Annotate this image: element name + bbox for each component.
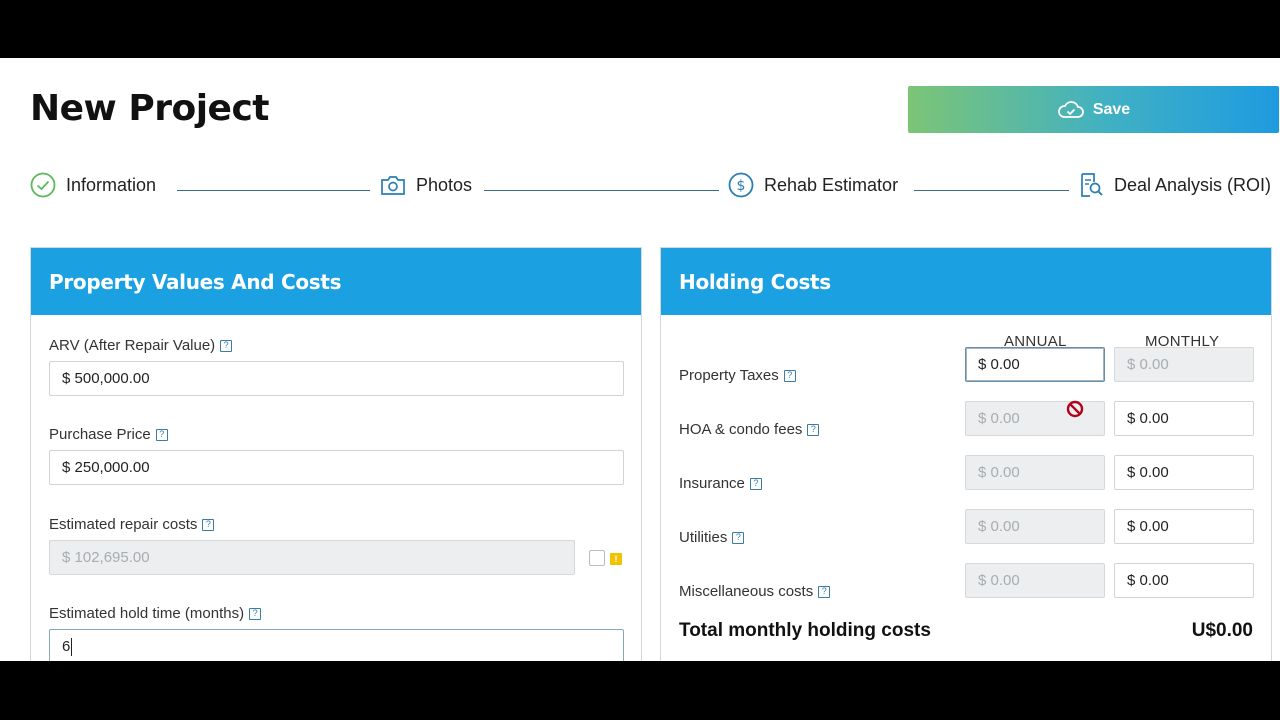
repair-costs-label-text: Estimated repair costs xyxy=(49,516,198,533)
row-label-text: HOA & condo fees xyxy=(679,421,803,438)
page-title: New Project xyxy=(30,88,270,129)
step-photos[interactable]: Photos xyxy=(380,172,472,198)
row-label-text: Utilities xyxy=(679,529,728,546)
purchase-price-label: Purchase Price ? xyxy=(49,426,168,443)
step-label: Deal Analysis (ROI) xyxy=(1114,174,1272,195)
property-taxes-monthly-input: $ 0.00 xyxy=(1114,347,1254,382)
arv-label-text: ARV (After Repair Value) xyxy=(49,337,216,354)
help-icon[interactable]: ? xyxy=(155,428,168,441)
dollar-circle-icon: $ xyxy=(728,172,754,198)
step-deal-analysis[interactable]: Deal Analysis (ROI) xyxy=(1078,172,1271,198)
help-icon[interactable]: ? xyxy=(220,339,233,352)
row-label-utilities: Utilities ? xyxy=(679,529,745,546)
repair-costs-label: Estimated repair costs ? xyxy=(49,516,215,533)
svg-text:$: $ xyxy=(737,178,746,194)
insurance-annual-input: $ 0.00 xyxy=(965,455,1105,490)
hoa-annual-input: $ 0.00 xyxy=(965,401,1105,436)
row-label-hoa: HOA & condo fees ? xyxy=(679,421,820,438)
row-label-text: Property Taxes xyxy=(679,367,779,384)
arv-label: ARV (After Repair Value) ? xyxy=(49,337,233,354)
arv-input[interactable]: $ 500,000.00 xyxy=(49,361,624,396)
report-search-icon xyxy=(1078,172,1104,198)
row-label-insurance: Insurance ? xyxy=(679,475,762,492)
progress-stepper: Information Photos $ Rehab Estimator Dea… xyxy=(30,172,1280,208)
step-connector xyxy=(484,190,719,191)
help-icon[interactable]: ? xyxy=(818,585,831,598)
purchase-price-input[interactable]: $ 250,000.00 xyxy=(49,450,624,485)
hold-time-label-text: Estimated hold time (months) xyxy=(49,605,245,622)
hoa-monthly-input[interactable]: $ 0.00 xyxy=(1114,401,1254,436)
step-connector xyxy=(914,190,1069,191)
override-checkbox[interactable] xyxy=(589,550,605,566)
property-taxes-annual-input[interactable]: $ 0.00 xyxy=(965,347,1105,382)
row-label-text: Miscellaneous costs xyxy=(679,583,814,600)
insurance-monthly-input[interactable]: $ 0.00 xyxy=(1114,455,1254,490)
help-icon[interactable]: ? xyxy=(732,531,745,544)
hold-time-value: 6 xyxy=(62,638,71,655)
help-icon[interactable]: ? xyxy=(807,423,820,436)
letterbox-bottom xyxy=(0,661,1280,720)
row-label-property-taxes: Property Taxes ? xyxy=(679,367,796,384)
text-caret xyxy=(71,637,73,656)
total-monthly-value: U$0.00 xyxy=(1191,620,1253,641)
total-monthly-label: Total monthly holding costs xyxy=(679,620,931,641)
purchase-price-label-text: Purchase Price xyxy=(49,426,151,443)
help-icon[interactable]: ? xyxy=(783,369,796,382)
utilities-annual-input: $ 0.00 xyxy=(965,509,1105,544)
misc-annual-input: $ 0.00 xyxy=(965,563,1105,598)
misc-monthly-input[interactable]: $ 0.00 xyxy=(1114,563,1254,598)
utilities-monthly-input[interactable]: $ 0.00 xyxy=(1114,509,1254,544)
step-information[interactable]: Information xyxy=(30,172,156,198)
step-connector xyxy=(177,190,370,191)
step-label: Rehab Estimator xyxy=(764,174,899,195)
holding-costs-card: Holding Costs ANNUAL MONTHLY Property Ta… xyxy=(660,247,1272,661)
hold-time-label: Estimated hold time (months) ? xyxy=(49,605,262,622)
step-label: Information xyxy=(66,174,157,195)
help-icon[interactable]: ? xyxy=(749,477,762,490)
card-title: Holding Costs xyxy=(661,248,1271,315)
camera-icon xyxy=(380,172,406,198)
save-button[interactable]: Save xyxy=(908,86,1279,133)
check-circle-icon xyxy=(30,172,56,198)
help-icon[interactable]: ? xyxy=(202,518,215,531)
row-label-misc: Miscellaneous costs ? xyxy=(679,583,831,600)
card-title: Property Values And Costs xyxy=(31,248,641,315)
warning-icon: ! xyxy=(610,553,622,565)
step-label: Photos xyxy=(416,174,473,195)
step-rehab-estimator[interactable]: $ Rehab Estimator xyxy=(728,172,898,198)
save-label: Save xyxy=(1092,100,1131,118)
repair-costs-input: $ 102,695.00 xyxy=(49,540,575,575)
not-allowed-cursor-icon xyxy=(1066,400,1084,418)
letterbox-top xyxy=(0,0,1280,58)
row-label-text: Insurance xyxy=(679,475,745,492)
cloud-check-icon xyxy=(1057,100,1084,118)
new-project-page: New Project Save Information Photos $ Re… xyxy=(0,58,1280,661)
hold-time-input[interactable]: 6 xyxy=(49,629,624,661)
help-icon[interactable]: ? xyxy=(249,607,262,620)
property-values-card: Property Values And Costs ARV (After Rep… xyxy=(30,247,642,661)
